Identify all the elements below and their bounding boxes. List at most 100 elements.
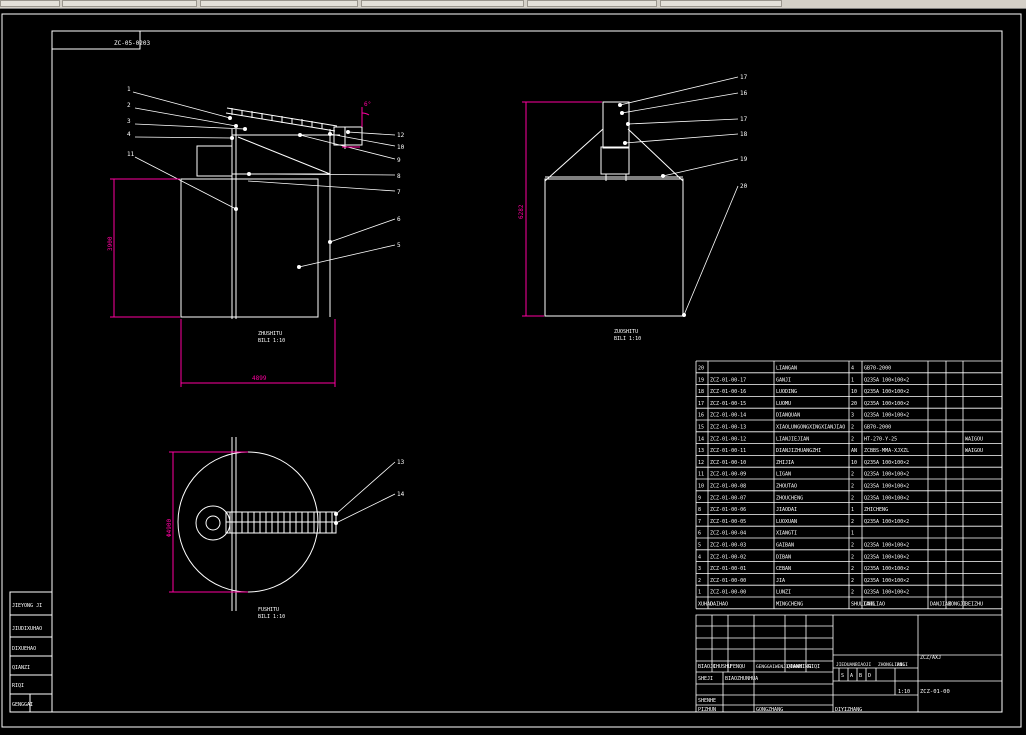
leader-label: 10 bbox=[397, 144, 405, 151]
bom-cell-no: 11 bbox=[698, 472, 704, 478]
dimension-height: 6282 bbox=[518, 204, 525, 219]
title-block-label: FENQU bbox=[730, 664, 745, 670]
bom-cell-no: 2 bbox=[698, 578, 701, 584]
cad-drawing-canvas[interactable]: ZC-05-0203 JIEYONG JI JIUDIXUHAO DIXUEHA… bbox=[0, 9, 1026, 735]
leader-label: 18 bbox=[740, 131, 748, 138]
top-drawing-number: ZC-05-0203 bbox=[114, 40, 151, 47]
bom-cell-material: Q235A 100×100×2 bbox=[864, 543, 909, 549]
bom-cell-qty: 2 bbox=[851, 578, 854, 584]
bom-cell-qty: 1 bbox=[851, 507, 854, 513]
side-view bbox=[544, 101, 684, 317]
bom-cell-material: Q235A 100×100×2 bbox=[864, 484, 909, 490]
title-block-label: RIQI bbox=[808, 664, 820, 670]
left-strip-cell: JIEYONG JI bbox=[12, 603, 42, 609]
bom-cell-name: LUNZI bbox=[776, 590, 791, 596]
bom-cell-material: Q235A 100×100×2 bbox=[864, 401, 909, 407]
leader-label: 4 bbox=[127, 131, 131, 138]
bom-cell-code: ZCZ-01-00-05 bbox=[710, 519, 746, 525]
leader-label: 9 bbox=[397, 157, 401, 164]
bom-cell-material: Q235A 100×100×2 bbox=[864, 590, 909, 596]
bom-cell-qty: 2 bbox=[851, 484, 854, 490]
bom-cell-material: Q235A 100×100×2 bbox=[864, 495, 909, 501]
drawing-name: ZCZ/AXJ bbox=[920, 655, 941, 661]
side-view-scale: BILI 1:10 bbox=[614, 336, 641, 342]
bom-cell-note: WAIGOU bbox=[965, 436, 983, 442]
side-view-tank-body bbox=[544, 178, 684, 317]
bom-header-note: BEIZHU bbox=[965, 602, 983, 608]
dimension-height: 3900 bbox=[107, 236, 114, 251]
bom-cell-qty: 2 bbox=[851, 436, 854, 442]
leader-label: 14 bbox=[397, 491, 405, 498]
bom-cell-name: ZHOUCHENG bbox=[776, 495, 803, 501]
top-view-scale: BILI 1:10 bbox=[258, 614, 285, 620]
bom-header-name: MINGCHENG bbox=[776, 602, 803, 608]
bom-cell-code: ZCZ-01-00-17 bbox=[710, 377, 746, 383]
bom-cell-code: ZCZ-01-00-02 bbox=[710, 554, 746, 560]
sheet-inner-border bbox=[51, 30, 1003, 713]
bom-cell-code: ZCZ-01-00-08 bbox=[710, 484, 746, 490]
bom-cell-material: Q235A 100×100×2 bbox=[864, 554, 909, 560]
drawing-number: ZCZ-01-00 bbox=[920, 689, 950, 695]
dimension-width: 4899 bbox=[252, 375, 267, 382]
bom-cell-name: LUOMU bbox=[776, 401, 791, 407]
taskbar-button[interactable] bbox=[0, 0, 60, 7]
bom-cell-material: Q235A 100×100×2 bbox=[864, 578, 909, 584]
bom-cell-name: LUODING bbox=[776, 389, 797, 395]
bom-cell-no: 10 bbox=[698, 484, 704, 490]
bom-cell-name: ZHIJIA bbox=[776, 460, 794, 466]
bom-cell-name: DIBAN bbox=[776, 554, 791, 560]
leader-label: 12 bbox=[397, 132, 405, 139]
bom-cell-qty: 2 bbox=[851, 495, 854, 501]
bom-cell-qty: AN bbox=[851, 448, 857, 454]
bom-cell-qty: 2 bbox=[851, 543, 854, 549]
bom-cell-no: 16 bbox=[698, 413, 704, 419]
stage-mark: B bbox=[859, 673, 862, 679]
taskbar-button[interactable] bbox=[361, 0, 524, 7]
title-block-label: PIZHUN bbox=[698, 707, 716, 713]
bom-cell-qty: 10 bbox=[851, 460, 857, 466]
top-view bbox=[177, 437, 337, 611]
bom-header-material: CAILIAO bbox=[864, 602, 885, 608]
bom-cell-name: LIGAN bbox=[776, 472, 791, 478]
taskbar-button[interactable] bbox=[527, 0, 657, 7]
front-dimension-lines bbox=[110, 178, 336, 387]
bom-cell-no: 3 bbox=[698, 566, 701, 572]
leader-label: 6 bbox=[397, 216, 401, 223]
bom-cell-material: Q235A 100×100×2 bbox=[864, 460, 909, 466]
bom-cell-name: DIANQUAN bbox=[776, 413, 800, 419]
bom-cell-code: ZCZ-01-00-00 bbox=[710, 590, 746, 596]
bom-cell-code: ZCZ-01-00-03 bbox=[710, 543, 746, 549]
taskbar-button[interactable] bbox=[660, 0, 782, 7]
bom-cell-qty: 2 bbox=[851, 519, 854, 525]
title-block-label: SHEJI bbox=[698, 676, 713, 682]
bom-cell-name: LUOXUAN bbox=[776, 519, 797, 525]
left-strip-cell: JIUDIXUHAO bbox=[12, 626, 42, 632]
title-block-label: BIAOZHUNHUA bbox=[725, 676, 758, 682]
taskbar-button[interactable] bbox=[200, 0, 358, 7]
bom-cell-code: ZCZ-01-00-10 bbox=[710, 460, 746, 466]
bom-cell-name: ZHOUTAO bbox=[776, 484, 797, 490]
left-strip bbox=[9, 591, 53, 713]
bom-cell-qty: 4 bbox=[851, 366, 854, 372]
bom-cell-material: Q235A 100×100×2 bbox=[864, 519, 909, 525]
leader-label: 3 bbox=[127, 118, 131, 125]
bom-cell-name: XIAOLUNGONGXINGXIANJIAO bbox=[776, 425, 845, 431]
bom-cell-code: ZCZ-01-00-00 bbox=[710, 578, 746, 584]
stage-mark: D bbox=[868, 673, 871, 679]
front-view-leader-dots bbox=[228, 116, 350, 269]
scale-value: 1:10 bbox=[898, 689, 910, 695]
side-view-leaders bbox=[619, 76, 739, 316]
bom-cell-no: 5 bbox=[698, 543, 701, 549]
bom-cell-no: 7 bbox=[698, 519, 701, 525]
front-view-scale: BILI 1:10 bbox=[258, 338, 285, 344]
bom-cell-qty: 2 bbox=[851, 425, 854, 431]
bom-cell-qty: 3 bbox=[851, 413, 854, 419]
taskbar bbox=[0, 0, 1026, 9]
leader-label: 16 bbox=[740, 90, 748, 97]
bom-cell-no: 1 bbox=[698, 590, 701, 596]
leader-label: 11 bbox=[127, 151, 135, 158]
bom-cell-qty: 20 bbox=[851, 401, 857, 407]
taskbar-button[interactable] bbox=[62, 0, 197, 7]
bom-cell-no: 15 bbox=[698, 425, 704, 431]
bom-cell-qty: 2 bbox=[851, 472, 854, 478]
